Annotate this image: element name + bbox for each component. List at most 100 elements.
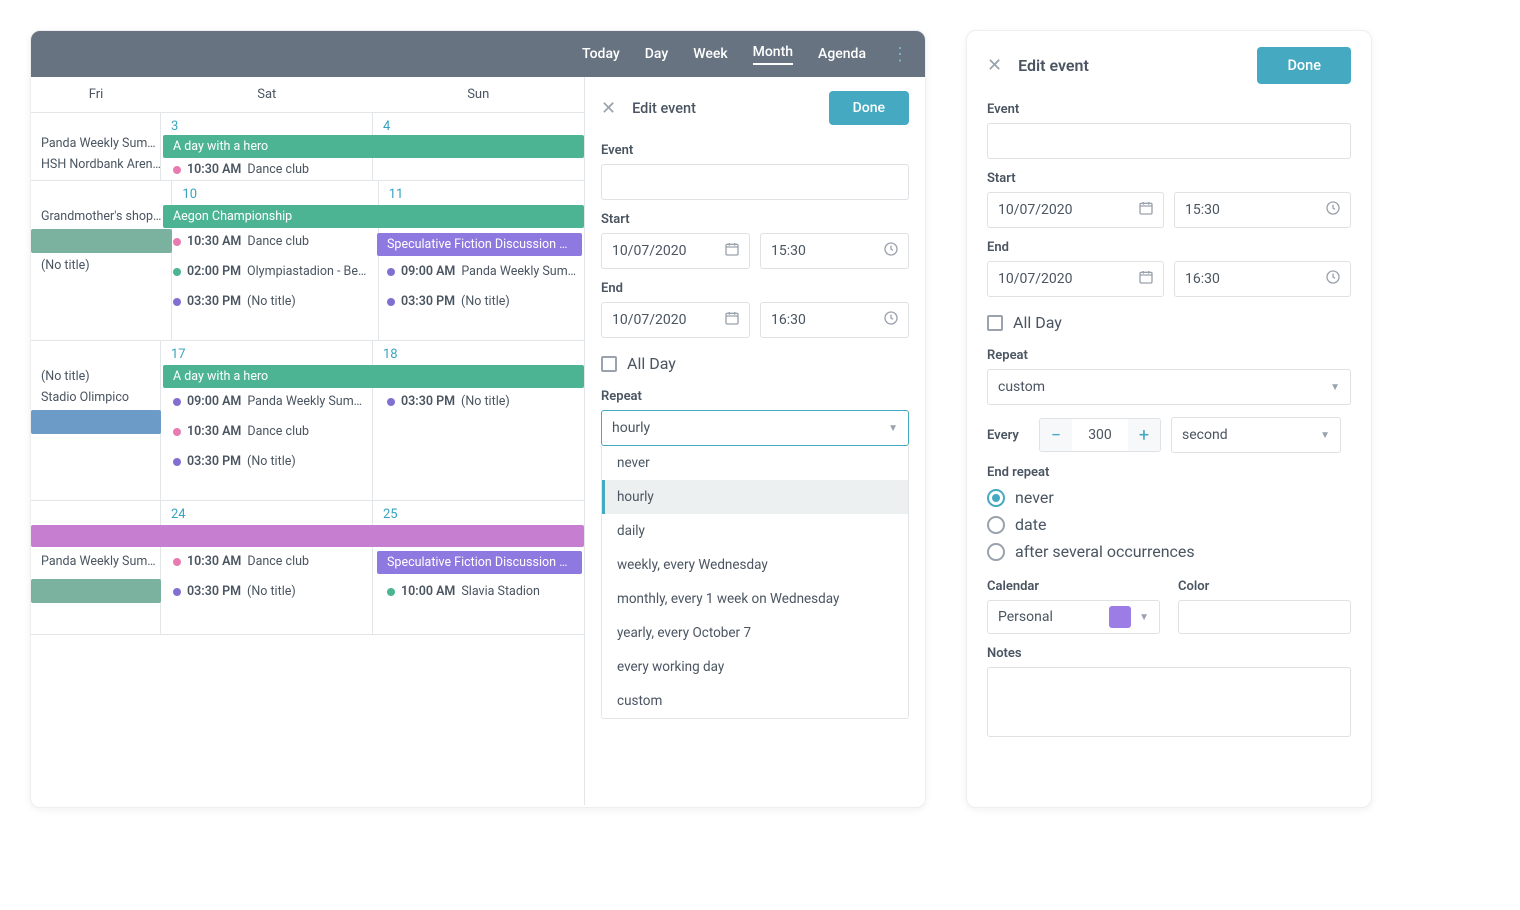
event-dot-icon: [173, 268, 181, 276]
close-icon[interactable]: ✕: [987, 55, 1002, 76]
event-title: Dance club: [247, 234, 309, 249]
calendar-window: Today Day Week Month Agenda ⋮ Fri Sat Su…: [30, 30, 926, 808]
nav-agenda[interactable]: Agenda: [818, 46, 866, 62]
event-item[interactable]: 10:00 AM Slavia Stadion: [377, 581, 577, 602]
event-title: Dance club: [247, 424, 309, 439]
stepper-increment[interactable]: +: [1128, 419, 1160, 451]
event-item[interactable]: 10:30 AM Dance club: [163, 551, 373, 572]
edit-event-panel-custom: ✕ Edit event Done Event Start End: [966, 30, 1372, 808]
event-time: 03:30 PM: [187, 454, 241, 469]
event-item[interactable]: 10:30 AM Dance club: [163, 159, 373, 180]
event-bar[interactable]: Speculative Fiction Discussion C…: [377, 233, 582, 256]
event-dot-icon: [173, 428, 181, 436]
clock-icon[interactable]: [883, 241, 899, 261]
allday-label: All Day: [1013, 313, 1062, 332]
stepper-decrement[interactable]: −: [1040, 419, 1072, 451]
event-title: Panda Weekly Sum…: [41, 554, 156, 569]
repeat-value: custom: [998, 379, 1045, 395]
allday-label: All Day: [627, 354, 676, 373]
radio-label: after several occurrences: [1015, 542, 1195, 561]
color-swatch-icon: [1109, 606, 1131, 628]
dropdown-option-custom[interactable]: custom: [602, 684, 908, 718]
event-item[interactable]: 09:00 AM Panda Weekly Sum…: [163, 391, 373, 412]
repeat-select[interactable]: hourly ▼: [601, 410, 909, 446]
event-dot-icon: [387, 398, 395, 406]
chevron-down-icon: ▼: [888, 423, 898, 434]
event-bar[interactable]: Aegon Championship: [163, 205, 584, 228]
event-title: Panda Weekly Sum…: [247, 394, 362, 409]
event-bar[interactable]: A day with a hero: [163, 135, 584, 158]
event-bar[interactable]: A day with a hero: [163, 365, 584, 388]
day-of-week-row: Fri Sat Sun: [31, 77, 584, 113]
radio-label: never: [1015, 488, 1054, 507]
nav-day[interactable]: Day: [645, 46, 668, 62]
dropdown-option-monthly[interactable]: monthly, every 1 week on Wednesday: [602, 582, 908, 616]
event-time: 10:30 AM: [187, 234, 241, 249]
nav-week[interactable]: Week: [693, 46, 727, 62]
repeat-select[interactable]: custom ▼: [987, 369, 1351, 405]
dow-sun: Sun: [373, 77, 585, 112]
color-input[interactable]: [1178, 600, 1351, 634]
calendar-icon[interactable]: [1138, 269, 1154, 289]
calendar-icon[interactable]: [1138, 200, 1154, 220]
event-dot-icon: [173, 588, 181, 596]
event-name-input[interactable]: [601, 164, 909, 200]
radio-date[interactable]: date: [987, 515, 1351, 534]
dow-sat: Sat: [161, 77, 373, 112]
event-item[interactable]: 10:30 AM Dance club: [163, 231, 373, 252]
end-repeat-label: End repeat: [987, 465, 1351, 480]
every-unit-select[interactable]: second ▼: [1171, 417, 1341, 453]
notes-textarea[interactable]: [987, 667, 1351, 737]
calendar-icon[interactable]: [724, 241, 740, 261]
event-time: 09:00 AM: [187, 394, 241, 409]
event-title: Olympiastadion - Be…: [247, 264, 366, 279]
nav-month[interactable]: Month: [753, 44, 793, 65]
event-dot-icon: [387, 298, 395, 306]
event-item[interactable]: 03:30 PM (No title): [163, 451, 373, 472]
dropdown-option-weekly[interactable]: weekly, every Wednesday: [602, 548, 908, 582]
dropdown-option-daily[interactable]: daily: [602, 514, 908, 548]
event-item[interactable]: 10:30 AM Dance club: [163, 421, 373, 442]
calendar-select[interactable]: Personal ▼: [987, 600, 1160, 634]
calendar-grid: Fri Sat Sun . 3 4: [31, 77, 585, 805]
event-dot-icon: [173, 298, 181, 306]
allday-checkbox[interactable]: [601, 356, 617, 372]
event-item[interactable]: 02:00 PM Olympiastadion - Be…: [163, 261, 373, 282]
chevron-down-icon: ▼: [1320, 430, 1330, 441]
clock-icon[interactable]: [883, 310, 899, 330]
calendar-field-label: Calendar: [987, 579, 1160, 594]
dow-fri: Fri: [31, 77, 161, 112]
event-item[interactable]: 03:30 PM (No title): [163, 291, 373, 312]
done-button[interactable]: Done: [1257, 47, 1351, 84]
radio-never[interactable]: never: [987, 488, 1351, 507]
event-bar[interactable]: [31, 525, 584, 547]
color-field-label: Color: [1178, 579, 1351, 594]
stepper-value: 300: [1072, 419, 1128, 451]
event-item[interactable]: Panda Weekly Sum…: [31, 133, 161, 154]
more-menu-icon[interactable]: ⋮: [891, 44, 909, 65]
clock-icon[interactable]: [1325, 269, 1341, 289]
event-item[interactable]: 03:30 PM (No title): [377, 291, 577, 312]
done-button[interactable]: Done: [829, 91, 909, 125]
event-item[interactable]: 03:30 PM (No title): [163, 581, 373, 602]
event-item[interactable]: 03:30 PM (No title): [377, 391, 577, 412]
dropdown-option-working[interactable]: every working day: [602, 650, 908, 684]
close-icon[interactable]: ✕: [601, 98, 616, 119]
event-item[interactable]: 09:00 AM Panda Weekly Sum…: [377, 261, 577, 282]
radio-occurrences[interactable]: after several occurrences: [987, 542, 1351, 561]
event-bar[interactable]: [31, 579, 161, 603]
clock-icon[interactable]: [1325, 200, 1341, 220]
event-title: (No title): [461, 394, 510, 409]
dropdown-option-hourly[interactable]: hourly: [602, 480, 908, 514]
radio-icon: [987, 516, 1005, 534]
every-label: Every: [987, 428, 1029, 443]
event-item[interactable]: HSH Nordbank Aren…: [31, 154, 161, 175]
event-item[interactable]: Panda Weekly Sum…: [31, 551, 161, 572]
calendar-icon[interactable]: [724, 310, 740, 330]
event-name-input[interactable]: [987, 123, 1351, 159]
allday-checkbox[interactable]: [987, 315, 1003, 331]
event-bar[interactable]: Speculative Fiction Discussion C…: [377, 551, 582, 574]
dropdown-option-yearly[interactable]: yearly, every October 7: [602, 616, 908, 650]
nav-today[interactable]: Today: [582, 46, 620, 62]
dropdown-option-never[interactable]: never: [602, 446, 908, 480]
